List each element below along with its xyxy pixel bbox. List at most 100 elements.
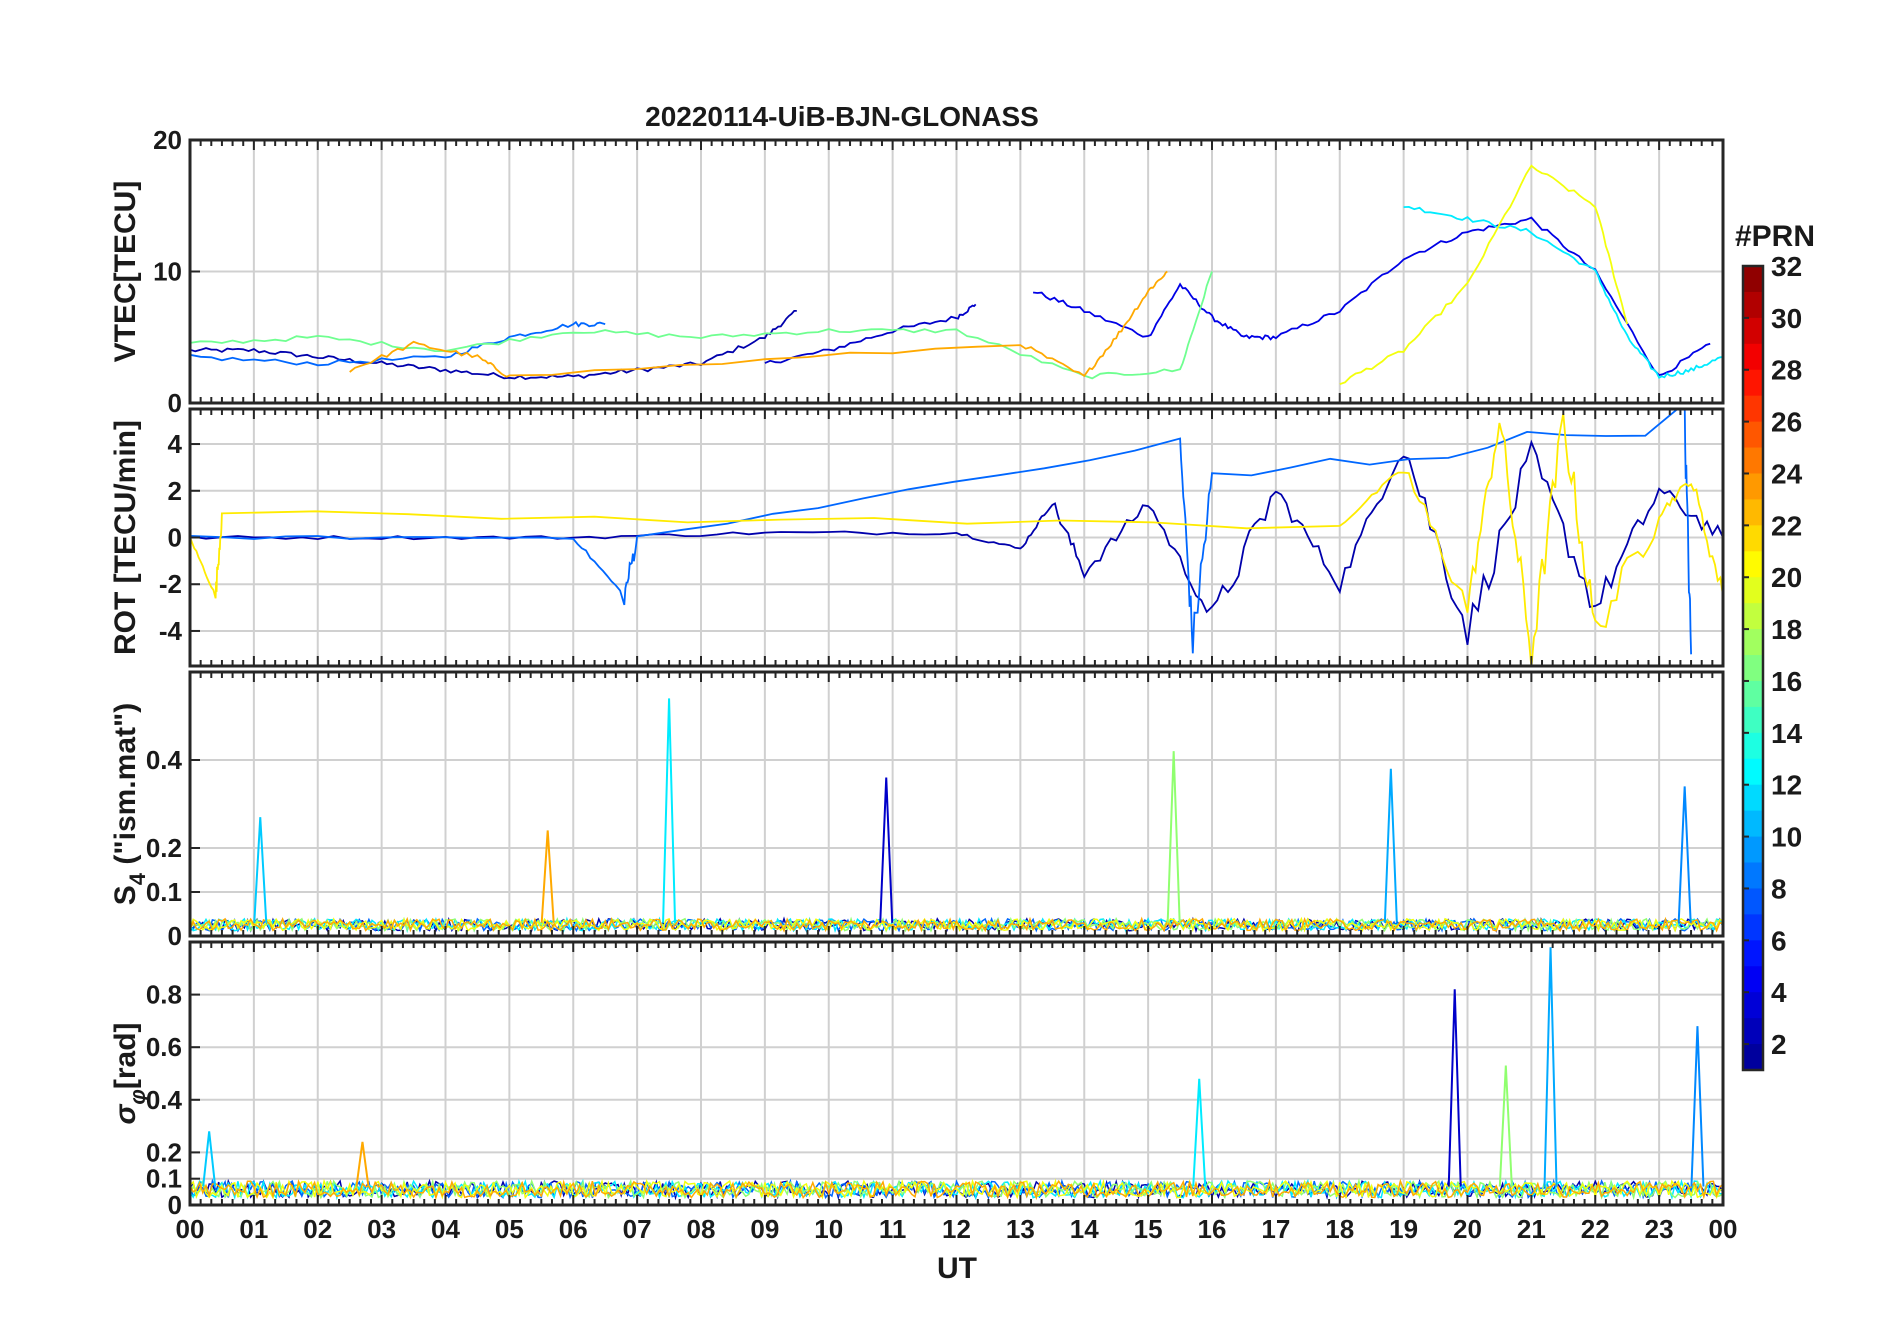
x-tick-label: 12 [942, 1214, 971, 1244]
colorbar-tick-label: 10 [1771, 822, 1802, 853]
y-tick-label: 0.1 [146, 877, 182, 907]
x-tick-label: 17 [1261, 1214, 1290, 1244]
colorbar-tick-label: 24 [1771, 458, 1803, 489]
x-tick-label: 00 [1709, 1214, 1738, 1244]
y-tick-label: 2 [168, 476, 182, 506]
y-axis-label: VTEC[TECU] [109, 181, 142, 363]
colorbar-tick-label: 2 [1771, 1029, 1787, 1060]
y-tick-label: -4 [159, 616, 183, 646]
x-tick-label: 09 [750, 1214, 779, 1244]
colorbar-segment [1743, 655, 1763, 682]
colorbar-segment [1743, 603, 1763, 630]
y-tick-label: 10 [153, 257, 182, 287]
colorbar-segment [1743, 836, 1763, 864]
x-tick-label: 05 [495, 1214, 524, 1244]
x-tick-label: 13 [1006, 1214, 1035, 1244]
y-tick-label: 4 [168, 429, 183, 459]
colorbar-segment [1743, 784, 1763, 812]
colorbar: #PRN 32 30 28 26 24 22 20 18 16 14 12 10 8 6 4 2 [1735, 220, 1815, 1072]
x-tick-label: 02 [303, 1214, 332, 1244]
x-tick-label: 08 [687, 1214, 716, 1244]
colorbar-tick-label: 26 [1771, 407, 1802, 438]
y-tick-label: 0.2 [146, 833, 182, 863]
colorbar-segment [1743, 758, 1763, 786]
x-tick-label: 22 [1581, 1214, 1610, 1244]
y-axis-label: S4 ("ism.mat") [109, 703, 150, 905]
panel-2: -4 -2 0 2 4 ROT [TECU/min] [109, 407, 1725, 668]
x-tick-label: 16 [1198, 1214, 1227, 1244]
colorbar-label: #PRN [1735, 220, 1815, 253]
x-tick-label: 07 [623, 1214, 652, 1244]
colorbar-segment [1743, 966, 1763, 993]
colorbar-segment [1743, 629, 1763, 656]
colorbar-segment [1743, 992, 1763, 1019]
colorbar-segment [1743, 395, 1763, 423]
x-tick-label: 21 [1517, 1214, 1546, 1244]
colorbar-segment [1743, 447, 1763, 475]
colorbar-tick-label: 20 [1771, 562, 1802, 593]
colorbar-segment [1743, 1044, 1763, 1071]
panels: 0 10 20 VTEC[TECU] -4 -2 0 2 4 ROT [TECU/min] 0 0.1… [109, 125, 1725, 1220]
y-axis-label: σφ[rad] [109, 1022, 150, 1124]
colorbar-tick-label: 14 [1771, 718, 1803, 749]
x-tick-label: 10 [814, 1214, 843, 1244]
x-tick-label: 01 [239, 1214, 268, 1244]
x-tick-label: 18 [1325, 1214, 1354, 1244]
colorbar-segment [1743, 577, 1763, 604]
colorbar-tick-label: 12 [1771, 770, 1802, 801]
y-tick-label: 0 [168, 388, 182, 418]
colorbar-tick-label: 28 [1771, 355, 1802, 386]
y-tick-label: 20 [153, 125, 182, 155]
y-tick-label: -2 [159, 569, 182, 599]
colorbar-tick-label: 8 [1771, 873, 1787, 904]
y-tick-label: 0.1 [146, 1164, 182, 1194]
y-tick-label: 0 [168, 921, 182, 951]
x-tick-label: 03 [367, 1214, 396, 1244]
colorbar-tick-label: 30 [1771, 303, 1802, 334]
y-tick-label: 0.4 [146, 1085, 183, 1115]
colorbar-segment [1743, 473, 1763, 501]
x-tick-label: 20 [1453, 1214, 1482, 1244]
colorbar-segment [1743, 914, 1763, 942]
colorbar-tick-label: 32 [1771, 251, 1802, 282]
colorbar-segment [1743, 862, 1763, 890]
colorbar-tick-label: 18 [1771, 614, 1802, 645]
figure: 20220114-UiB-BJN-GLONASS 01020VTEC[TECU]… [109, 101, 1815, 1285]
x-tick-label: 11 [879, 1214, 907, 1244]
panel-3: 0 0.1 0.2 0.4S4 ("ism.mat") [109, 670, 1725, 951]
panel-1: 0 10 20 VTEC[TECU] [109, 125, 1725, 418]
colorbar-segment [1743, 940, 1763, 968]
x-tick-label: 04 [431, 1214, 460, 1244]
colorbar-tick-label: 16 [1771, 666, 1802, 697]
colorbar-segment [1743, 706, 1763, 734]
x-tick-label: 23 [1645, 1214, 1674, 1244]
y-tick-label: 0.4 [146, 745, 183, 775]
colorbar-segment [1743, 551, 1763, 579]
x-axis-label: UT [937, 1252, 977, 1285]
panel-4: 00.10.20.40.60.8σφ[rad] [109, 940, 1725, 1220]
y-tick-label: 0.8 [146, 980, 182, 1010]
colorbar-segment [1743, 732, 1763, 760]
colorbar-segment [1743, 525, 1763, 553]
x-tick-label: 19 [1389, 1214, 1418, 1244]
y-tick-label: 0.2 [146, 1137, 182, 1167]
x-tick-labels: 00 01 02 03 04 05 06 07 08 09 10 11 12 13 14 15 16 17 18 19… [176, 1214, 1738, 1244]
x-tick-label: 00 [176, 1214, 205, 1244]
y-tick-label: 0 [168, 523, 182, 553]
x-tick-label: 06 [559, 1214, 588, 1244]
colorbar-segment [1743, 421, 1763, 449]
colorbar-segment [1743, 343, 1763, 371]
colorbar-segment [1743, 1018, 1763, 1045]
x-tick-label: 14 [1070, 1214, 1099, 1244]
colorbar-segment [1743, 680, 1763, 708]
colorbar-tick-label: 22 [1771, 510, 1802, 541]
x-tick-label: 15 [1134, 1214, 1163, 1244]
colorbar-tick-label: 4 [1771, 977, 1787, 1008]
chart-title: 20220114-UiB-BJN-GLONASS [645, 101, 1039, 132]
colorbar-segment [1743, 266, 1763, 293]
colorbar-segment [1743, 888, 1763, 916]
colorbar-tick-label: 6 [1771, 925, 1787, 956]
colorbar-segment [1743, 369, 1763, 397]
y-axis-label: ROT [TECU/min] [109, 420, 142, 655]
colorbar-segment [1743, 291, 1763, 319]
